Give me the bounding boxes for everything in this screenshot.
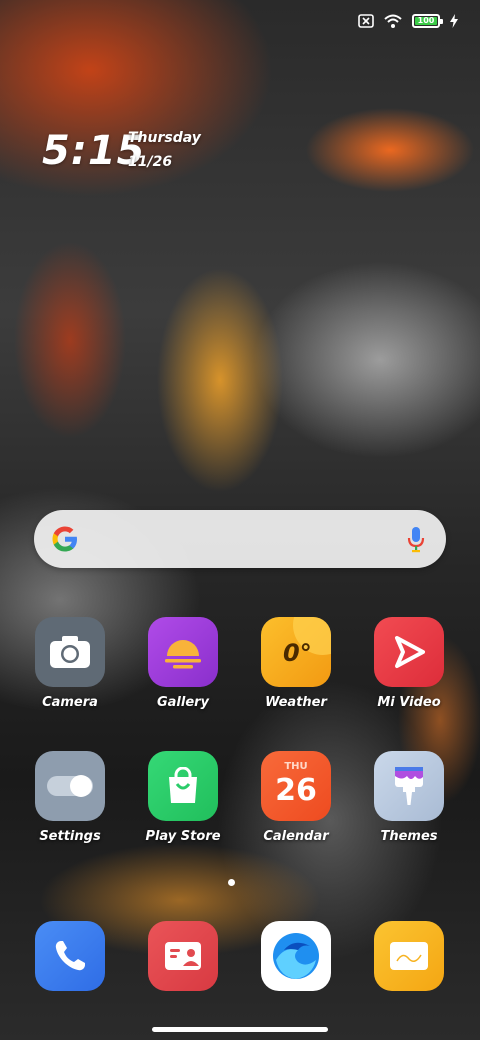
app-camera[interactable]: Camera — [20, 617, 120, 710]
shopping-bag-icon — [148, 751, 218, 821]
play-triangle-icon — [374, 617, 444, 687]
app-label: Themes — [380, 829, 438, 844]
app-mi-video[interactable]: Mi Video — [359, 617, 459, 710]
calendar-icon: THU 26 — [261, 751, 331, 821]
app-label: Gallery — [156, 695, 210, 710]
notes-icon — [374, 921, 444, 991]
page-indicator-dot[interactable] — [228, 879, 235, 886]
calendar-date: 26 — [275, 773, 317, 808]
app-label: Settings — [39, 829, 101, 844]
camera-icon — [35, 617, 105, 687]
google-g-icon — [50, 524, 80, 554]
app-label: Camera — [42, 695, 98, 710]
home-indicator[interactable] — [152, 1027, 328, 1032]
dock-phone[interactable] — [20, 921, 120, 991]
app-calendar[interactable]: THU 26 Calendar — [246, 751, 346, 844]
google-search-bar[interactable] — [34, 510, 446, 568]
app-label: Mi Video — [377, 695, 441, 710]
gallery-icon — [148, 617, 218, 687]
calendar-day: THU — [284, 761, 308, 772]
app-label: Play Store — [145, 829, 221, 844]
paint-brush-icon — [374, 751, 444, 821]
app-weather[interactable]: 0° Weather — [246, 617, 346, 710]
day-of-week: Thursday — [128, 130, 201, 146]
status-bar: 100 — [358, 10, 458, 32]
dock-notes[interactable] — [359, 921, 459, 991]
battery-level: 100 — [417, 16, 435, 25]
app-settings[interactable]: Settings — [20, 751, 120, 844]
app-gallery[interactable]: Gallery — [133, 617, 233, 710]
phone-icon — [35, 921, 105, 991]
no-sim-icon — [358, 14, 374, 28]
weather-temp: 0° — [283, 639, 312, 667]
app-themes[interactable]: Themes — [359, 751, 459, 844]
dock-browser[interactable] — [246, 921, 346, 991]
battery-indicator: 100 — [412, 14, 443, 28]
browser-wave-icon — [261, 921, 331, 991]
charging-bolt-icon — [450, 14, 458, 28]
dock-contacts[interactable] — [133, 921, 233, 991]
contacts-card-icon — [148, 921, 218, 991]
weather-icon: 0° — [261, 617, 331, 687]
toggle-settings-icon — [35, 751, 105, 821]
app-play-store[interactable]: Play Store — [133, 751, 233, 844]
app-label: Weather — [265, 695, 327, 710]
date-label: 11/26 — [128, 154, 173, 170]
app-label: Calendar — [263, 829, 329, 844]
date-widget[interactable]: Thursday 11/26 — [128, 130, 201, 170]
microphone-icon[interactable] — [406, 526, 426, 554]
wifi-icon — [384, 14, 402, 28]
